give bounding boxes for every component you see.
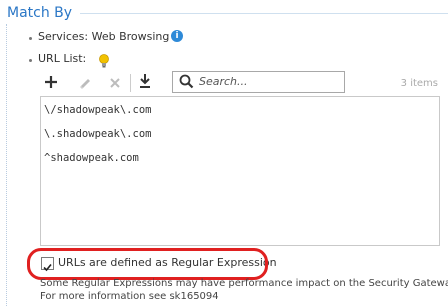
lightbulb-icon[interactable] (98, 53, 110, 72)
list-item[interactable]: ^shadowpeak.com (44, 152, 139, 164)
search-box[interactable] (172, 71, 345, 93)
url-listbox[interactable]: \/shadowpeak\.com \.shadowpeak\.com ^sha… (40, 96, 440, 246)
search-input[interactable] (199, 74, 339, 89)
download-icon (138, 73, 152, 93)
search-icon (179, 74, 194, 93)
add-button[interactable] (40, 72, 62, 94)
section-title: Match By (7, 5, 73, 21)
regex-note-line1: Some Regular Expressions may have perfor… (40, 278, 448, 289)
highlight-oval (27, 248, 268, 280)
services-label: Services: Web Browsing (38, 30, 170, 43)
services-bullet (29, 37, 32, 40)
import-button[interactable] (134, 72, 156, 94)
delete-button[interactable] (104, 72, 126, 94)
list-item[interactable]: \.shadowpeak\.com (44, 128, 151, 140)
tree-guide-line (6, 24, 7, 306)
section-divider (80, 13, 448, 14)
url-list-bullet (29, 59, 32, 62)
pencil-icon (78, 74, 92, 93)
info-icon[interactable]: i (171, 30, 183, 42)
close-icon (109, 74, 121, 93)
toolbar-separator (130, 74, 131, 92)
item-count: 3 items (400, 78, 438, 89)
regex-note-line2: For more information see sk165094 (40, 291, 219, 302)
url-list-label: URL List: (38, 52, 87, 65)
list-item[interactable]: \/shadowpeak\.com (44, 104, 151, 116)
edit-button[interactable] (74, 72, 96, 94)
plus-icon (44, 74, 58, 93)
